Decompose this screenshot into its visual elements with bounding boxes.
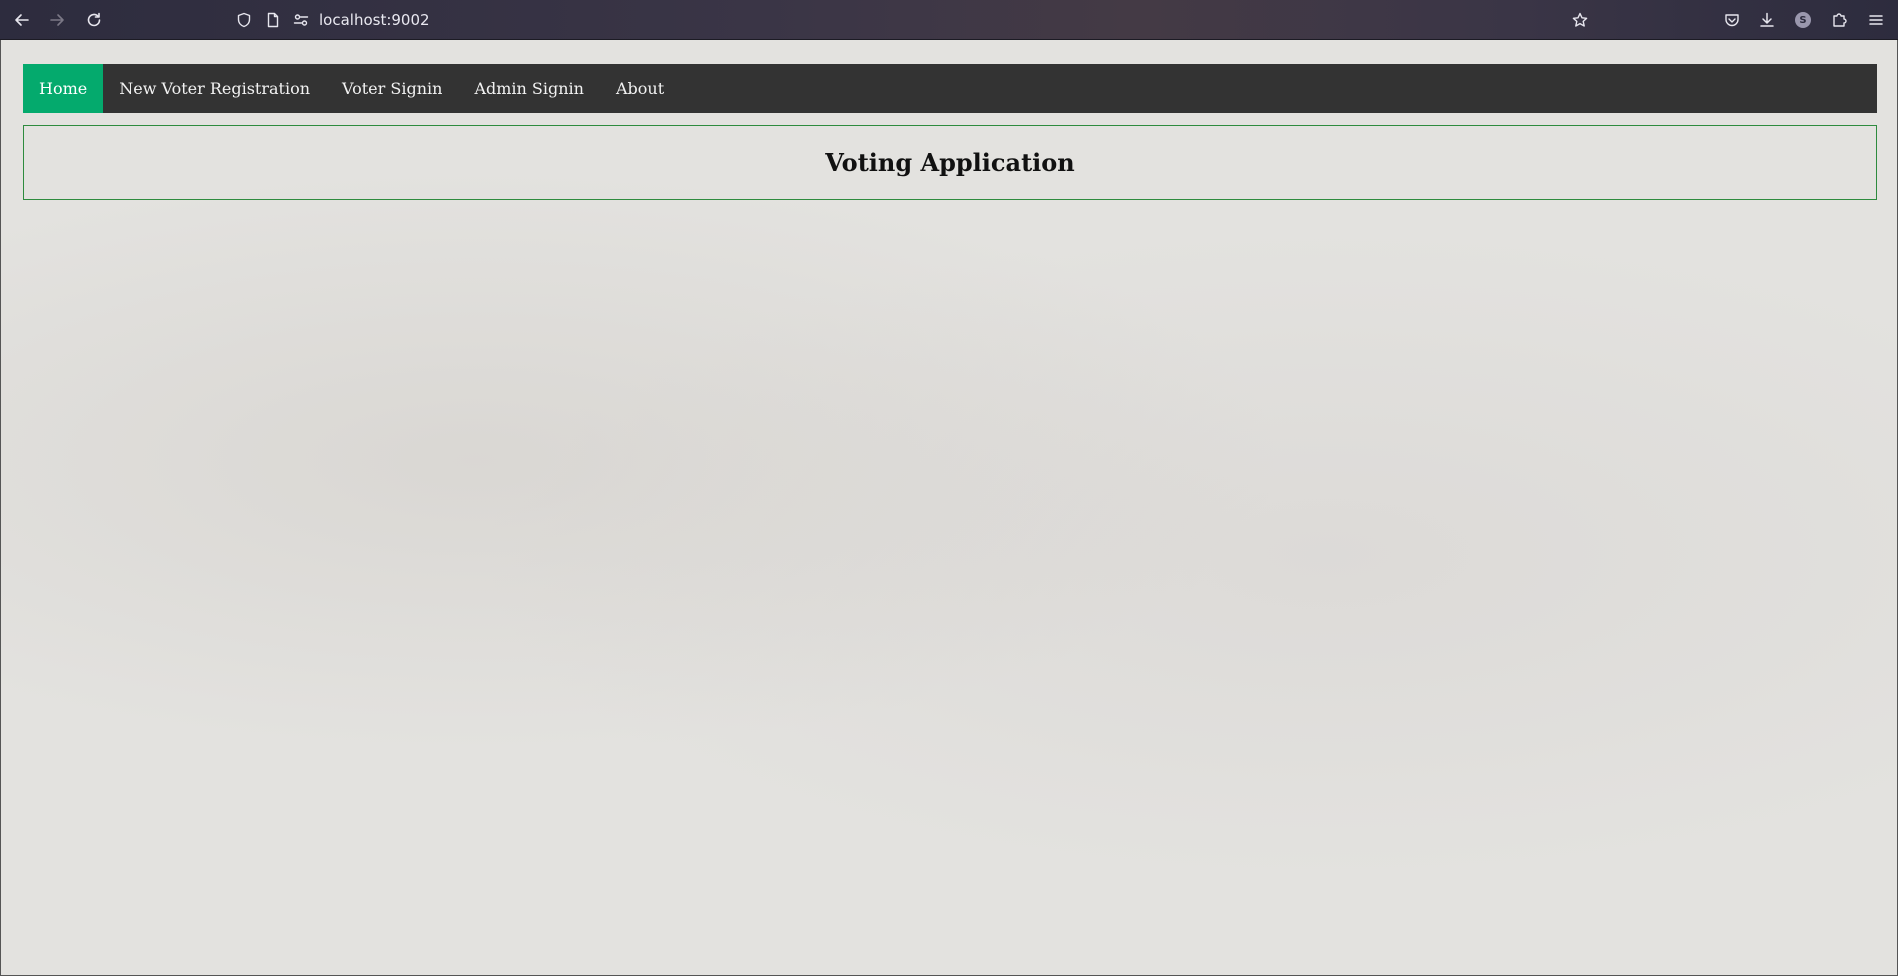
url-bar[interactable]: localhost:9002 (319, 10, 430, 30)
pocket-button[interactable] (1720, 8, 1744, 32)
extensions-button[interactable] (1827, 8, 1851, 32)
forward-button[interactable] (45, 8, 69, 32)
menu-button[interactable] (1864, 8, 1888, 32)
page-content: Home New Voter Registration Voter Signin… (0, 40, 1898, 976)
top-navigation: Home New Voter Registration Voter Signin… (23, 64, 1877, 113)
tracking-protection-button[interactable] (232, 8, 256, 32)
star-icon (1572, 12, 1588, 27)
page-icon (267, 12, 279, 28)
nav-voter-signin[interactable]: Voter Signin (326, 64, 458, 113)
reload-button[interactable] (82, 8, 106, 32)
pocket-icon (1725, 14, 1739, 27)
arrow-left-icon (15, 14, 29, 26)
permissions-icon (293, 14, 309, 26)
nav-admin-signin[interactable]: Admin Signin (458, 64, 600, 113)
page-info-button[interactable] (261, 8, 285, 32)
puzzle-icon (1833, 13, 1847, 27)
nav-new-voter-registration[interactable]: New Voter Registration (103, 64, 326, 113)
bookmark-button[interactable] (1568, 8, 1592, 32)
reload-icon (87, 12, 101, 27)
nav-home[interactable]: Home (23, 64, 104, 113)
avatar: S (1795, 12, 1811, 28)
shield-icon (237, 12, 251, 28)
permissions-button[interactable] (289, 8, 313, 32)
header-box: Voting Application (23, 125, 1877, 200)
nav-about[interactable]: About (600, 64, 680, 113)
arrow-right-icon (50, 14, 64, 26)
page-title: Voting Application (825, 148, 1075, 177)
browser-toolbar: localhost:9002 S (0, 0, 1898, 40)
downloads-button[interactable] (1755, 8, 1779, 32)
download-icon (1760, 12, 1774, 27)
account-button[interactable]: S (1791, 8, 1815, 32)
back-button[interactable] (10, 8, 34, 32)
hamburger-menu-icon (1869, 15, 1883, 25)
